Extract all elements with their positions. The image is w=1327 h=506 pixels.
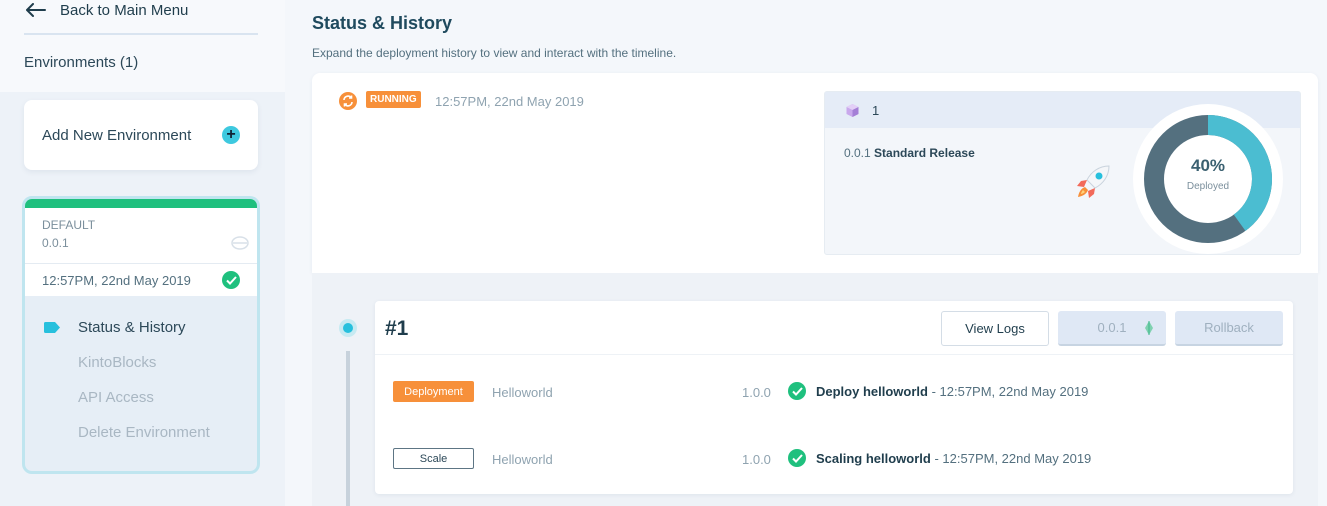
service-name: Helloworld (492, 385, 553, 400)
environment-timestamp-row: 12:57PM, 22nd May 2019 (25, 264, 257, 296)
deployment-timeline: #1 View Logs 0.0.1 Rollback Deployment H… (312, 273, 1318, 506)
nav-label: KintoBlocks (78, 354, 157, 371)
nav-label: Status & History (78, 319, 186, 336)
rollback-button[interactable]: Rollback (1175, 311, 1283, 346)
service-version: 1.0.0 (742, 452, 771, 467)
deployment-header: #1 View Logs 0.0.1 Rollback (375, 301, 1293, 355)
back-label: Back to Main Menu (60, 1, 189, 19)
arrow-left-icon (26, 3, 46, 17)
nav-status-history[interactable]: Status & History (25, 310, 257, 345)
release-panel: 1 0.0.1 Standard Release 40% Deployed (824, 91, 1301, 255)
timeline-dot[interactable] (339, 319, 357, 337)
release-version: 0.0.1 (844, 146, 871, 160)
sidebar: Back to Main Menu Environments (1) Add N… (0, 0, 285, 506)
version-select-value: 0.0.1 (1097, 320, 1127, 335)
deployment-card: #1 View Logs 0.0.1 Rollback Deployment H… (375, 301, 1293, 494)
check-circle-icon (788, 449, 806, 467)
deployment-type-badge: Deployment (393, 381, 474, 402)
add-environment-label: Add New Environment (42, 126, 192, 144)
environment-card[interactable]: DEFAULT 0.0.1 12:57PM, 22nd May 2019 Sta… (22, 196, 260, 474)
diamond-icon (1145, 321, 1153, 335)
status-card: RUNNING 12:57PM, 22nd May 2019 1 0.0.1 S… (312, 73, 1318, 273)
action-label: Scaling helloworld (816, 450, 931, 466)
nav-label: Delete Environment (78, 424, 210, 441)
environment-timestamp: 12:57PM, 22nd May 2019 (42, 272, 191, 288)
page-subtitle: Expand the deployment history to view an… (312, 46, 677, 60)
deployment-message: Scaling helloworld - 12:57PM, 22nd May 2… (788, 449, 1091, 467)
view-logs-button[interactable]: View Logs (941, 311, 1049, 346)
environment-nav: Status & History KintoBlocks API Access … (25, 296, 257, 450)
action-time: - 12:57PM, 22nd May 2019 (930, 450, 1092, 466)
running-status-badge: RUNNING (366, 91, 421, 108)
status-timestamp: 12:57PM, 22nd May 2019 (435, 94, 584, 109)
nav-label: API Access (78, 389, 154, 406)
release-count: 1 (872, 102, 880, 118)
deployment-message: Deploy helloworld - 12:57PM, 22nd May 20… (788, 382, 1088, 400)
plus-icon: + (222, 126, 240, 144)
service-name: Helloworld (492, 452, 553, 467)
page-title: Status & History (312, 13, 453, 33)
service-version: 1.0.0 (742, 385, 771, 400)
deployment-type-badge: Scale (393, 448, 474, 469)
tag-icon (44, 322, 60, 333)
rocket-icon (1077, 165, 1110, 198)
environment-name: DEFAULT (42, 218, 96, 232)
drag-handle-icon[interactable] (231, 236, 249, 250)
back-to-main-menu-link[interactable]: Back to Main Menu (26, 0, 188, 20)
environments-heading: Environments (1) (24, 54, 139, 71)
deployment-progress-chart: 40% Deployed (1133, 104, 1283, 254)
check-circle-icon (222, 271, 240, 289)
release-name: 0.0.1 Standard Release (844, 146, 975, 160)
deployment-row: Scale Helloworld 1.0.0 Scaling helloworl… (375, 440, 1293, 480)
progress-donut (1144, 115, 1272, 243)
divider (24, 33, 258, 35)
version-select[interactable]: 0.0.1 (1058, 311, 1166, 346)
sync-icon (339, 92, 357, 110)
environment-status-stripe (25, 199, 257, 208)
nav-kintoblocks[interactable]: KintoBlocks (25, 345, 257, 380)
timeline-line (346, 351, 350, 506)
environment-version: 0.0.1 (42, 236, 69, 250)
action-label: Deploy helloworld (816, 383, 928, 399)
nav-api-access[interactable]: API Access (25, 380, 257, 415)
deployed-percent: 40% (1190, 156, 1226, 175)
sidebar-header: Back to Main Menu Environments (1) (0, 0, 285, 92)
add-new-environment-button[interactable]: Add New Environment + (24, 100, 258, 170)
deployment-number: #1 (385, 317, 409, 340)
check-circle-icon (788, 382, 806, 400)
release-title: Standard Release (874, 146, 975, 160)
environment-header: DEFAULT 0.0.1 (25, 208, 257, 264)
deployment-row: Deployment Helloworld 1.0.0 Deploy hello… (375, 373, 1293, 413)
nav-delete-environment[interactable]: Delete Environment (25, 415, 257, 450)
cube-icon (846, 103, 859, 117)
action-time: - 12:57PM, 22nd May 2019 (927, 383, 1089, 399)
main-content: Status & History Expand the deployment h… (285, 0, 1327, 506)
deployed-label: Deployed (1186, 181, 1230, 192)
